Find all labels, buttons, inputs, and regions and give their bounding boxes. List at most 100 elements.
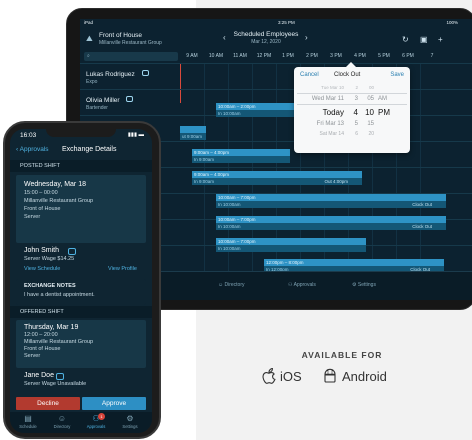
picker-row[interactable]: Tue Mar 10 2 00 (294, 85, 410, 95)
picker-row[interactable]: Sat Mar 14 6 20 (294, 131, 410, 141)
phone-time: 16:03 (20, 132, 37, 139)
hour-label: 2 PM (306, 53, 318, 59)
chat-icon[interactable] (56, 373, 64, 380)
hour-label: 5 PM (378, 53, 390, 59)
shift-location: Front of House (24, 346, 61, 352)
shift-org: Millanville Restaurant Group (24, 198, 94, 204)
tab-settings[interactable]: ⚙ Settings (116, 414, 144, 429)
notes-title: EXCHANGE NOTES (24, 283, 76, 289)
shift-date: Wednesday, Mar 18 (24, 181, 86, 188)
shift-role: Server (24, 353, 41, 359)
decline-button[interactable]: Decline (16, 397, 80, 410)
employee-name: Olivia Miller (86, 97, 120, 104)
page-title: Exchange Details (62, 146, 117, 153)
android-badge[interactable]: Android (322, 368, 387, 392)
back-button[interactable]: ‹ Approvals (16, 146, 49, 153)
status-device: iPad (84, 20, 94, 25)
search-input[interactable]: ⌕ (84, 52, 178, 61)
hour-label: 10 AM (208, 53, 224, 59)
clock-out-label: Clock Out (412, 202, 432, 207)
view-schedule-link[interactable]: View Schedule (24, 266, 60, 272)
person-wage: Server Wage Unavailable (24, 381, 87, 387)
tab-directory[interactable]: ☺ Directory (218, 282, 245, 288)
shift-location: Front of House (24, 206, 61, 212)
picker-row[interactable]: Wed Mar 11 3 05 AM (294, 96, 410, 106)
shift-clock-in: In 9:00am Out 4:00pm (192, 178, 362, 185)
refresh-icon[interactable]: ↻ (402, 35, 409, 44)
shift-time: 9:00am – 4:00pm (192, 171, 362, 178)
shift-org: Millanville Restaurant Group (24, 339, 94, 345)
view-profile-link[interactable]: View Profile (108, 266, 137, 272)
hour-label: 11 AM (233, 53, 247, 59)
approve-button[interactable]: Approve (82, 397, 146, 410)
shift-role: Server (24, 214, 41, 220)
phone-tab-bar: ▤ Schedule ☺ Directory ⚇ Approvals 1 ⚙ Setti… (10, 412, 152, 433)
shift-block[interactable]: 9:00am – 4:00pm In 9:00am (192, 149, 290, 163)
offered-person: Jane Doe Server Wage Unavailable (16, 372, 146, 392)
shift-time: 10:00am – 7:00pm (216, 216, 446, 223)
approvals-badge: 1 (98, 413, 105, 420)
employee-name: Lukas Rodriguez (86, 71, 135, 78)
picker-row[interactable]: Fri Mar 13 5 15 (294, 121, 410, 131)
tab-schedule[interactable]: ▤ Schedule (14, 414, 42, 429)
cancel-button[interactable]: Cancel (300, 72, 319, 78)
notes-text: I have a dentist appointment. (24, 292, 95, 298)
shift-time (180, 126, 206, 133)
posted-person: John Smith Server Wage $14.25 View Sched… (16, 247, 146, 277)
org-name: Millanville Restaurant Group (99, 40, 162, 46)
gear-icon: ⚙ (126, 414, 134, 423)
shift-time: 9:00am – 4:00pm (192, 149, 290, 156)
shift-block[interactable]: 9:00am – 4:00pm In 9:00am Out 4:00pm (192, 171, 362, 185)
calendar-icon[interactable]: ▣ (420, 35, 428, 44)
approvals-icon: ⚇ (92, 414, 100, 423)
picker-title: Clock Out (334, 72, 361, 78)
picker-row-selected[interactable]: Today 4 10 PM (294, 108, 410, 118)
chat-icon[interactable] (142, 70, 149, 76)
shift-clock-in: In 10:00am Clock Out (216, 201, 446, 208)
shift-block[interactable]: 10:00am – 7:00pm In 10:00am Clock Out (216, 194, 446, 208)
phone-nav-bar: ‹ Approvals Exchange Details (10, 143, 152, 157)
add-icon[interactable]: + (438, 35, 443, 44)
shift-clock-in: In 10:00am Clock Out (216, 223, 446, 230)
person-name: John Smith (24, 247, 60, 254)
next-day-icon[interactable]: › (305, 33, 308, 42)
shift-clock-in: In 9:00am (192, 156, 290, 163)
shift-block[interactable]: 10:00am – 7:00pm In 10:00am (216, 238, 366, 252)
status-time: 3:25 PM (278, 20, 295, 25)
save-button[interactable]: Save (390, 72, 404, 78)
exchange-notes: EXCHANGE NOTES I have a dentist appointm… (16, 279, 146, 305)
shift-time: 10:00am – 7:00pm (216, 194, 446, 201)
scene: iPad 3:25 PM 100% ⛰ Front of House Milla… (0, 0, 472, 440)
prev-day-icon[interactable]: ‹ (223, 33, 226, 42)
tab-settings[interactable]: ⚙ Settings (352, 282, 376, 288)
section-offered-shift: OFFERED SHIFT (10, 306, 152, 318)
tab-approvals[interactable]: ⚇ Approvals (82, 414, 110, 429)
available-for-title: AVAILABLE FOR (301, 350, 383, 360)
person-wage: Server Wage $14.25 (24, 256, 75, 262)
picker-wheels[interactable]: Tue Mar 10 2 00 Wed Mar 11 3 05 AM Today 4 10 PM… (294, 85, 410, 151)
hour-label: 12 PM (256, 53, 272, 59)
hour-label: 9 AM (186, 53, 198, 59)
chat-icon[interactable] (126, 96, 133, 102)
clock-out-picker[interactable]: Cancel Clock Out Save Tue Mar 10 2 00 Wed … (294, 62, 410, 153)
clock-out-label: Clock Out (412, 224, 432, 229)
ipad-status-bar: iPad 3:25 PM 100% (80, 19, 472, 27)
shift-block[interactable]: ut 9:00am (180, 126, 206, 140)
location-name[interactable]: Front of House (99, 32, 142, 39)
location-icon[interactable]: ⛰ (86, 34, 96, 44)
hour-label: 7 (430, 53, 434, 59)
tab-directory[interactable]: ☺ Directory (48, 414, 76, 429)
shift-block[interactable]: 10:00am – 7:00pm In 10:00am Clock Out (216, 216, 446, 230)
ios-badge[interactable]: iOS (262, 367, 302, 392)
page-date: Mar 12, 2020 (251, 39, 281, 45)
employee-row[interactable]: Lukas Rodriguez Expo (80, 63, 472, 89)
chat-icon[interactable] (68, 248, 76, 255)
hour-label: 1 PM (282, 53, 294, 59)
page-title: Scheduled Employees (233, 31, 299, 38)
employee-role: Bartender (86, 105, 108, 111)
shift-date: Thursday, Mar 19 (24, 324, 79, 331)
tab-approvals[interactable]: ⚇ Approvals (288, 282, 316, 288)
hour-label: 4 PM (354, 53, 366, 59)
offered-shift-card: Thursday, Mar 19 12:00 – 20:00 Millanvil… (16, 320, 146, 368)
person-name: Jane Doe (24, 372, 54, 379)
